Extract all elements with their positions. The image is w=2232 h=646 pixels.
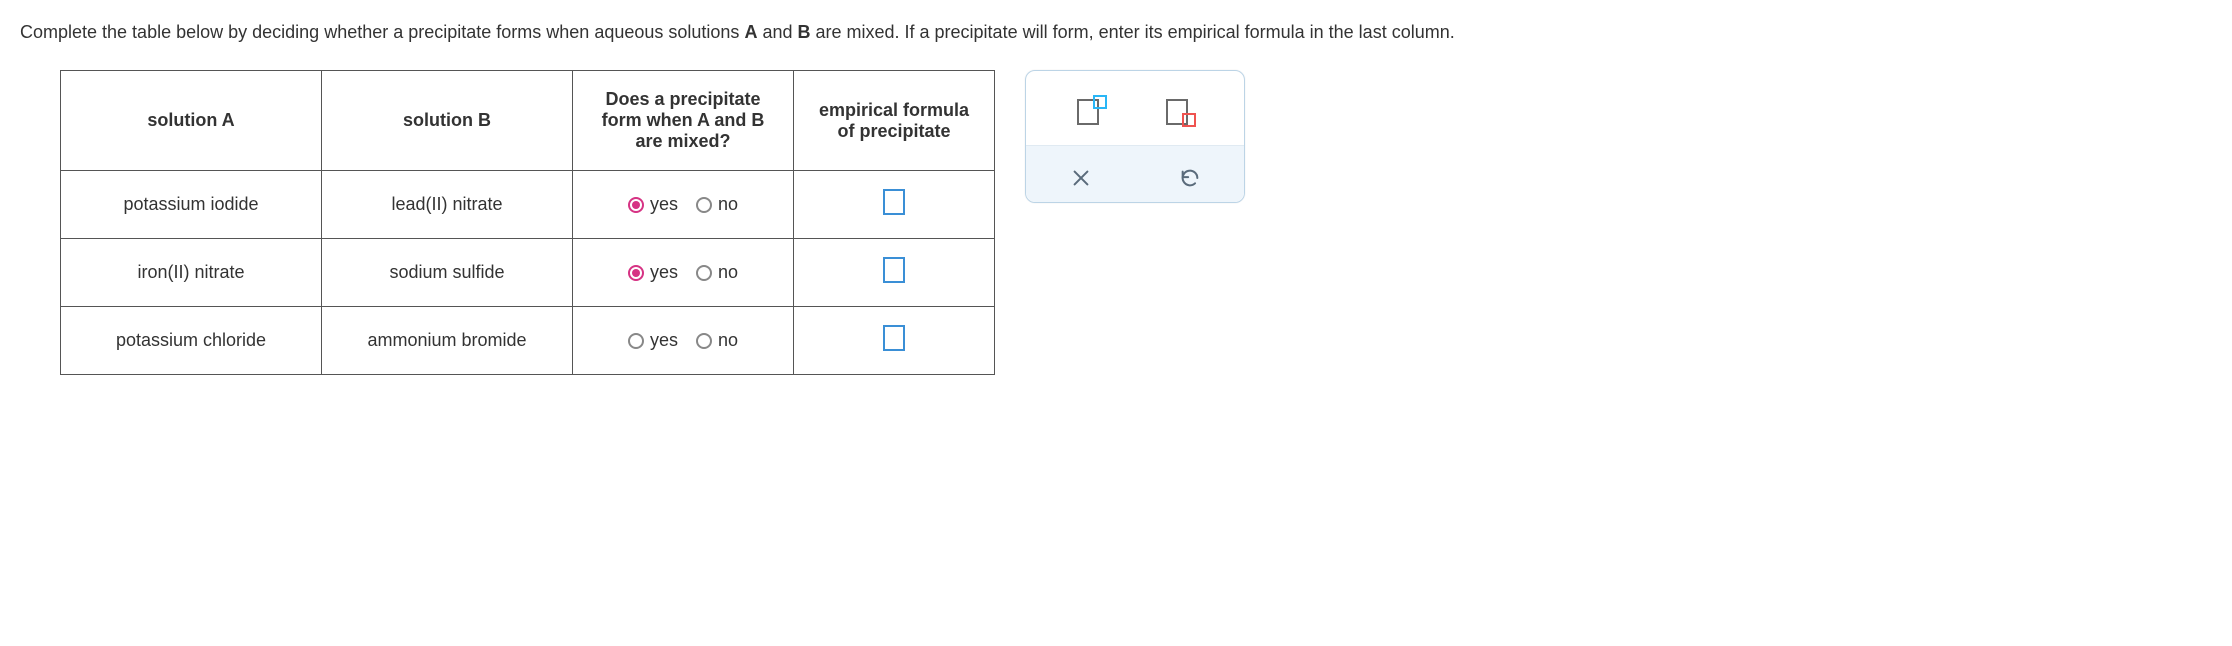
header-empirical-formula: empirical formula of precipitate — [794, 71, 995, 171]
radio-no-label: no — [718, 194, 738, 215]
prompt-text-3: are mixed. If a precipitate will form, e… — [810, 22, 1454, 42]
header-precipitate-question: Does a precipitate form when A and B are… — [573, 71, 794, 171]
prompt-text-1: Complete the table below by deciding whe… — [20, 22, 744, 42]
reset-button[interactable] — [1172, 160, 1208, 196]
radio-yes-label: yes — [650, 330, 678, 351]
superscript-button[interactable] — [1073, 93, 1109, 129]
radio-yes-label: yes — [650, 194, 678, 215]
cell-solution-a: potassium iodide — [61, 171, 322, 239]
radio-no[interactable]: no — [696, 262, 738, 283]
subscript-button[interactable] — [1162, 93, 1198, 129]
formula-input[interactable] — [883, 257, 905, 283]
question-prompt: Complete the table below by deciding whe… — [20, 20, 2212, 45]
radio-icon — [696, 197, 712, 213]
table-row: potassium chloride ammonium bromide yes … — [61, 307, 995, 375]
header-solution-a: solution A — [61, 71, 322, 171]
radio-yes-label: yes — [650, 262, 678, 283]
formula-input[interactable] — [883, 325, 905, 351]
radio-icon-selected — [628, 265, 644, 281]
radio-yes[interactable]: yes — [628, 194, 678, 215]
prompt-text-2: and — [757, 22, 797, 42]
table-row: iron(II) nitrate sodium sulfide yes no — [61, 239, 995, 307]
precipitate-table: solution A solution B Does a precipitate… — [60, 70, 995, 375]
table-row: potassium iodide lead(II) nitrate yes no — [61, 171, 995, 239]
cell-solution-a: potassium chloride — [61, 307, 322, 375]
prompt-bold-B: B — [797, 22, 810, 42]
cell-solution-a: iron(II) nitrate — [61, 239, 322, 307]
radio-yes[interactable]: yes — [628, 330, 678, 351]
cell-solution-b: lead(II) nitrate — [322, 171, 573, 239]
radio-no-label: no — [718, 330, 738, 351]
radio-yes[interactable]: yes — [628, 262, 678, 283]
tool-palette — [1025, 70, 1245, 203]
cell-solution-b: sodium sulfide — [322, 239, 573, 307]
header-solution-b: solution B — [322, 71, 573, 171]
radio-icon — [696, 333, 712, 349]
radio-no-label: no — [718, 262, 738, 283]
radio-no[interactable]: no — [696, 330, 738, 351]
prompt-bold-A: A — [744, 22, 757, 42]
radio-icon-selected — [628, 197, 644, 213]
formula-input[interactable] — [883, 189, 905, 215]
clear-button[interactable] — [1063, 160, 1099, 196]
radio-icon — [696, 265, 712, 281]
radio-icon — [628, 333, 644, 349]
cell-solution-b: ammonium bromide — [322, 307, 573, 375]
radio-no[interactable]: no — [696, 194, 738, 215]
